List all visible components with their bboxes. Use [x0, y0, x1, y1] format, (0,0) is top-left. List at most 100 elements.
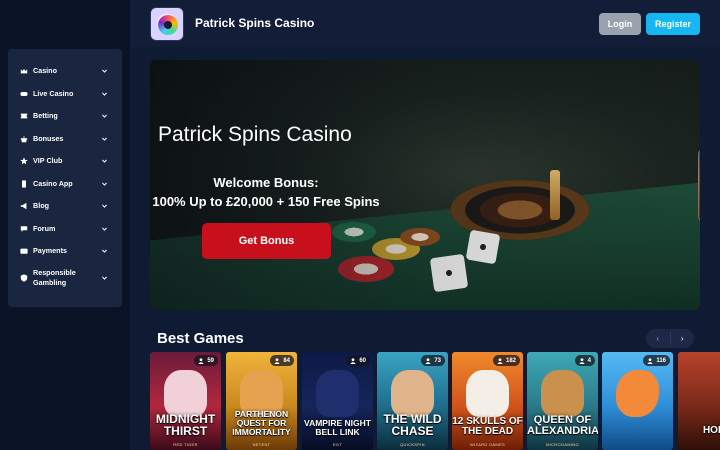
chevron-down-icon[interactable] [101, 90, 108, 97]
player-count-badge: 60 [346, 355, 370, 366]
chevron-down-icon[interactable] [101, 274, 108, 281]
chevron-down-icon[interactable] [101, 248, 108, 255]
player-count: 73 [434, 357, 441, 364]
player-count: 116 [656, 357, 666, 364]
chevron-down-icon[interactable] [101, 113, 108, 120]
sidebar-item-vip-club[interactable]: VIP Club [8, 150, 122, 173]
hero-title: Patrick Spins Casino [158, 123, 352, 146]
register-button[interactable]: Register [646, 13, 700, 35]
game-title: THE WILD CHASE [383, 412, 442, 438]
sidebar-item-responsible-gambling[interactable]: Responsible Gambling [8, 263, 122, 293]
sidebar-item-label: Responsible Gambling [33, 267, 76, 287]
gift-icon [20, 135, 28, 143]
user-icon [198, 357, 204, 364]
sidebar-item-casino-app[interactable]: Casino App [8, 173, 122, 196]
game-title: VAMPIRE NIGHT BELL LINK [304, 418, 371, 437]
best-games-title: Best Games [157, 330, 244, 347]
player-count: 60 [359, 357, 366, 364]
game-provider: RED TIGER [173, 442, 198, 447]
game-art [541, 369, 584, 417]
game-art [391, 369, 434, 417]
player-count-badge: 116 [643, 355, 670, 366]
sidebar-item-live-casino[interactable]: Live Casino [8, 83, 122, 106]
login-button[interactable]: Login [599, 13, 641, 35]
user-icon [497, 357, 503, 364]
user-icon [579, 357, 585, 364]
game-title: QUEEN OF ALEXANDRIA [527, 414, 598, 437]
site-title[interactable]: Patrick Spins Casino [195, 16, 314, 30]
game-art [616, 369, 659, 417]
sidebar-item-payments[interactable]: Payments [8, 240, 122, 263]
game-card-vampire-night[interactable]: 60 VAMPIRE NIGHT BELL LINK EGT [302, 352, 373, 450]
carousel-prev-button[interactable]: ‹ [646, 329, 670, 348]
game-art [316, 369, 359, 417]
header-left-strip [0, 0, 130, 47]
ticket-icon [20, 112, 28, 120]
toggle-icon [20, 90, 28, 98]
chevron-down-icon[interactable] [101, 158, 108, 165]
casino-logo[interactable] [150, 7, 184, 41]
game-title: HOL [702, 425, 720, 436]
player-count: 84 [283, 357, 290, 364]
player-count: 59 [207, 357, 214, 364]
game-provider: NETENT [252, 442, 271, 447]
game-card-queen-of-alexandria[interactable]: 4 QUEEN OF ALEXANDRIA MICROGAMING [527, 352, 598, 450]
user-icon [647, 357, 653, 364]
megaphone-icon [20, 202, 28, 210]
game-card-partial[interactable]: HOL [678, 352, 720, 450]
game-provider: WIZARD GAMES [470, 442, 505, 447]
game-provider: QUICKSPIN [400, 442, 425, 447]
games-carousel-pager: ‹ › [646, 329, 694, 348]
logo-wheel-icon [158, 15, 178, 35]
chevron-down-icon[interactable] [101, 180, 108, 187]
chevron-down-icon[interactable] [101, 225, 108, 232]
hero-bonus-offer: 100% Up to £20,000 + 150 Free Spins [152, 194, 380, 209]
phone-icon [20, 180, 28, 188]
game-art [164, 369, 207, 417]
user-icon [274, 357, 280, 364]
game-card-clownfish[interactable]: 116 [602, 352, 673, 450]
chevron-down-icon[interactable] [101, 135, 108, 142]
sidebar-item-label: Casino App [33, 178, 73, 188]
get-bonus-button[interactable]: Get Bonus [202, 223, 331, 259]
player-count: 182 [505, 357, 516, 364]
chevron-down-icon[interactable] [101, 68, 108, 75]
game-title: 12 SKULLS OF THE DEAD [452, 416, 523, 437]
player-count-badge: 182 [492, 355, 520, 366]
user-icon [425, 357, 431, 364]
sidebar-item-label: Live Casino [33, 88, 74, 98]
sidebar-nav: Casino Live Casino Betting Bonuses VIP C… [8, 49, 122, 307]
player-count: 4 [587, 357, 591, 364]
sidebar-item-label: VIP Club [33, 156, 63, 166]
sidebar-item-blog[interactable]: Blog [8, 195, 122, 218]
chevron-down-icon[interactable] [101, 203, 108, 210]
player-count-badge: 84 [270, 355, 294, 366]
sidebar-item-label: Betting [33, 111, 58, 121]
sidebar-item-bonuses[interactable]: Bonuses [8, 128, 122, 151]
sidebar-item-betting[interactable]: Betting [8, 105, 122, 128]
hero-banner: Patrick Spins Casino Welcome Bonus: 100%… [150, 60, 700, 310]
game-card-12-skulls[interactable]: 182 12 SKULLS OF THE DEAD WIZARD GAMES [452, 352, 523, 450]
carousel-next-button[interactable]: › [671, 329, 695, 348]
player-count-badge: 4 [574, 355, 595, 366]
best-games-carousel: 59 MIDNIGHT THIRST RED TIGER 84 PARTHENO… [150, 352, 720, 450]
sidebar-item-label: Casino [33, 66, 57, 76]
crown-icon [20, 67, 28, 75]
game-card-midnight-thirst[interactable]: 59 MIDNIGHT THIRST RED TIGER [150, 352, 221, 450]
game-provider: EGT [332, 442, 343, 447]
sidebar-item-casino[interactable]: Casino [8, 60, 122, 83]
game-card-the-wild-chase[interactable]: 73 THE WILD CHASE QUICKSPIN [377, 352, 448, 450]
top-header: Patrick Spins Casino Login Register [0, 0, 720, 47]
sidebar-item-label: Blog [33, 201, 49, 211]
sidebar-item-label: Bonuses [33, 133, 64, 143]
game-title: PARTHENON QUEST FOR IMMORTALITY [232, 409, 291, 437]
sidebar-item-forum[interactable]: Forum [8, 218, 122, 241]
sidebar-item-label: Forum [33, 223, 56, 233]
chat-icon [20, 225, 28, 233]
shield-icon [20, 273, 28, 282]
hero-bonus-heading: Welcome Bonus: [213, 175, 319, 190]
game-card-parthenon[interactable]: 84 PARTHENON QUEST FOR IMMORTALITY NETEN… [226, 352, 297, 450]
wallet-icon [20, 247, 28, 255]
user-icon [350, 357, 356, 364]
player-count-badge: 59 [194, 355, 218, 366]
